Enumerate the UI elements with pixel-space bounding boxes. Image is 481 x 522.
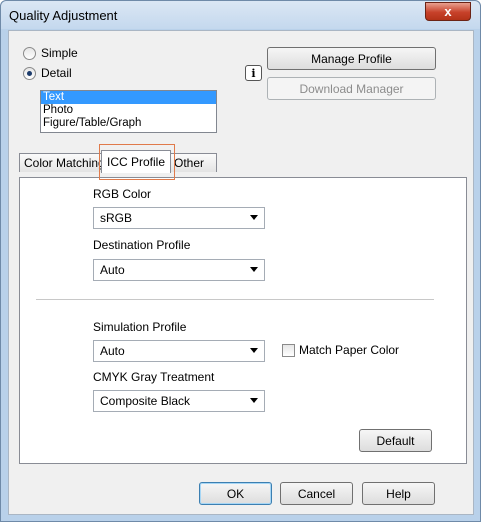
close-button[interactable]: x: [425, 2, 471, 21]
tab-color-matching-label: Color Matching: [24, 156, 103, 170]
cmyk-gray-value: Composite Black: [100, 394, 191, 408]
help-button[interactable]: Help: [362, 482, 435, 505]
dialog-window: Quality Adjustment x Simple Detail Text …: [0, 0, 481, 522]
rgb-color-label: RGB Color: [93, 187, 152, 201]
simple-radio-label: Simple: [41, 46, 78, 60]
checkbox-icon: [282, 343, 295, 357]
simulation-profile-value: Auto: [100, 344, 125, 358]
radio-selected-icon: [23, 66, 36, 80]
cancel-button[interactable]: Cancel: [280, 482, 353, 505]
chevron-down-icon: [250, 348, 258, 353]
destination-profile-value: Auto: [100, 263, 125, 277]
detail-radio-label: Detail: [41, 66, 72, 80]
simple-radio[interactable]: Simple: [23, 46, 78, 60]
dialog-client: Simple Detail Text Photo Figure/Table/Gr…: [8, 30, 474, 515]
rgb-color-select[interactable]: sRGB: [93, 207, 265, 229]
cmyk-gray-label: CMYK Gray Treatment: [93, 370, 215, 384]
detail-radio[interactable]: Detail: [23, 66, 72, 80]
chevron-down-icon: [250, 215, 258, 220]
ok-button[interactable]: OK: [199, 482, 272, 505]
manage-profile-button[interactable]: Manage Profile: [267, 47, 436, 70]
download-manager-button[interactable]: Download Manager: [267, 77, 436, 100]
destination-profile-label: Destination Profile: [93, 238, 191, 252]
tab-color-matching[interactable]: Color Matching: [19, 153, 103, 172]
list-item-text[interactable]: Text: [41, 91, 216, 104]
close-icon: x: [444, 4, 452, 19]
match-paper-color-label: Match Paper Color: [299, 343, 400, 357]
simulation-profile-select[interactable]: Auto: [93, 340, 265, 362]
simulation-profile-label: Simulation Profile: [93, 320, 187, 334]
info-icon[interactable]: i: [245, 65, 262, 81]
chevron-down-icon: [250, 398, 258, 403]
info-glyph: i: [251, 66, 256, 80]
title-bar[interactable]: Quality Adjustment x: [1, 1, 480, 29]
tab-icc-profile[interactable]: ICC Profile: [101, 150, 171, 173]
list-item-figure[interactable]: Figure/Table/Graph: [41, 117, 216, 130]
window-title: Quality Adjustment: [9, 8, 118, 23]
list-item-photo[interactable]: Photo: [41, 104, 216, 117]
chevron-down-icon: [250, 267, 258, 272]
section-divider: [36, 299, 434, 301]
destination-profile-select[interactable]: Auto: [93, 259, 265, 281]
tab-other-label: Other: [174, 156, 205, 170]
icc-profile-panel: RGB Color sRGB Destination Profile Auto …: [19, 177, 467, 464]
rgb-color-value: sRGB: [100, 211, 133, 225]
match-paper-color-checkbox[interactable]: Match Paper Color: [282, 343, 399, 357]
tab-icc-profile-label: ICC Profile: [106, 155, 165, 169]
tab-other[interactable]: Other: [169, 153, 217, 172]
default-button[interactable]: Default: [359, 429, 432, 452]
radio-circle-icon: [23, 46, 36, 60]
cmyk-gray-select[interactable]: Composite Black: [93, 390, 265, 412]
object-type-list[interactable]: Text Photo Figure/Table/Graph: [40, 90, 217, 133]
